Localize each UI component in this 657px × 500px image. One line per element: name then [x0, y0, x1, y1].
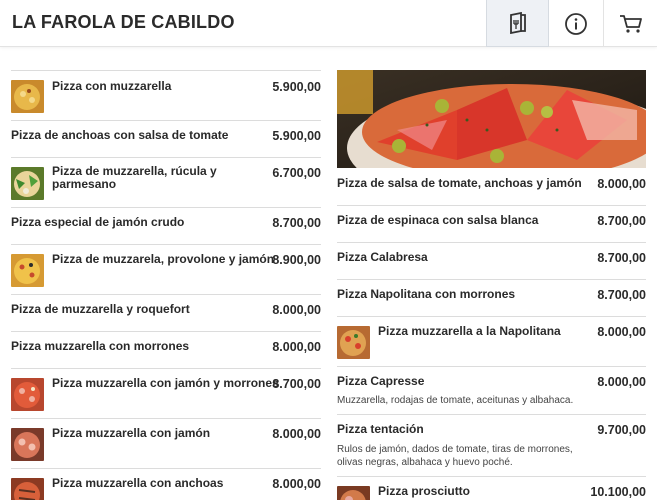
item-name: Pizza muzzarella con jamón y morrones [52, 376, 279, 390]
pizza-thumbnail [11, 478, 44, 500]
item-description: Muzzarella, rodajas de tomate, aceitunas… [337, 395, 574, 406]
menu-column-right: Pizza de salsa de tomate, anchoas y jamó… [337, 168, 646, 500]
item-name: Pizza especial de jamón crudo [11, 215, 185, 229]
item-name: Pizza de salsa de tomate, anchoas y jamó… [337, 176, 582, 190]
item-price: 5.900,00 [272, 80, 321, 94]
item-name: Pizza muzzarella con jamón [52, 426, 211, 440]
item-name: Pizza prosciutto [378, 484, 471, 498]
menu-item[interactable]: Pizza con muzzarella 5.900,00 [11, 70, 321, 120]
menu-item[interactable]: Pizza muzzarella con anchoas 8.000,00 [11, 468, 321, 500]
item-description: Rulos de jamón, dados de tomate, tiras d… [337, 444, 573, 468]
item-name: Pizza de muzzarella, rúcula y parmesano [52, 164, 217, 191]
menu-item[interactable]: Pizza Capresse 8.000,00 Muzzarella, roda… [337, 366, 646, 414]
menu-item[interactable]: Pizza de muzzarella y roquefort 8.000,00 [11, 294, 321, 331]
item-name: Pizza de muzzarela, provolone y jamón [52, 252, 275, 266]
menu-item[interactable]: Pizza tentación 9.700,00 Rulos de jamón,… [337, 414, 646, 476]
pizza-thumbnail [337, 486, 370, 500]
item-name: Pizza tentación [337, 422, 424, 436]
item-name: Pizza de muzzarella y roquefort [11, 302, 190, 316]
item-price: 8.900,00 [272, 253, 321, 267]
pizza-thumbnail [11, 254, 44, 287]
item-price: 8.000,00 [272, 340, 321, 354]
item-name: Pizza con muzzarella [52, 79, 172, 93]
item-price: 8.000,00 [272, 427, 321, 441]
item-name: Pizza muzzarella a la Napolitana [378, 324, 561, 338]
menu-item[interactable]: Pizza muzzarella con morrones 8.000,00 [11, 331, 321, 368]
menu-column-left: Pizza con muzzarella 5.900,00 Pizza de a… [11, 70, 321, 500]
pizza-thumbnail [11, 167, 44, 200]
item-price: 10.100,00 [590, 485, 646, 499]
cart-button[interactable] [604, 0, 657, 47]
item-price: 8.700,00 [272, 377, 321, 391]
menu-tab-button[interactable] [486, 0, 549, 47]
item-price: 8.000,00 [597, 325, 646, 339]
item-price: 6.700,00 [272, 166, 321, 180]
item-price: 8.000,00 [597, 375, 646, 389]
menu-book-icon [509, 12, 526, 34]
item-name: Pizza de espinaca con salsa blanca [337, 213, 539, 227]
item-price: 5.900,00 [272, 129, 321, 143]
restaurant-name[interactable]: LA FAROLA DE CABILDO [12, 12, 235, 33]
item-price: 8.000,00 [597, 177, 646, 191]
pizza-thumbnail [11, 80, 44, 113]
pizza-thumbnail [11, 428, 44, 461]
top-bar: LA FAROLA DE CABILDO [0, 0, 657, 47]
menu-item[interactable]: Pizza de muzzarela, provolone y jamón 8.… [11, 244, 321, 294]
info-icon [565, 12, 587, 35]
menu-item[interactable]: Pizza de espinaca con salsa blanca 8.700… [337, 205, 646, 242]
menu-item[interactable]: Pizza muzzarella con jamón 8.000,00 [11, 418, 321, 468]
menu-item[interactable]: Pizza prosciutto 10.100,00 [337, 476, 646, 500]
menu-item[interactable]: Pizza muzzarella a la Napolitana 8.000,0… [337, 316, 646, 366]
item-price: 8.000,00 [272, 477, 321, 491]
pizza-thumbnail [337, 326, 370, 359]
menu-item[interactable]: Pizza de muzzarella, rúcula y parmesano … [11, 157, 321, 207]
cart-icon [619, 14, 642, 33]
menu-item[interactable]: Pizza Napolitana con morrones 8.700,00 [337, 279, 646, 316]
item-price: 8.700,00 [597, 288, 646, 302]
info-button[interactable] [549, 0, 604, 47]
item-name: Pizza muzzarella con anchoas [52, 476, 224, 490]
item-price: 9.700,00 [597, 423, 646, 437]
menu-item[interactable]: Pizza muzzarella con jamón y morrones 8.… [11, 368, 321, 418]
menu-item[interactable]: Pizza de anchoas con salsa de tomate 5.9… [11, 120, 321, 157]
menu-item[interactable]: Pizza Calabresa 8.700,00 [337, 242, 646, 279]
item-name: Pizza Calabresa [337, 250, 428, 264]
item-price: 8.000,00 [272, 303, 321, 317]
item-price: 8.700,00 [597, 214, 646, 228]
item-price: 8.700,00 [272, 216, 321, 230]
item-name: Pizza Capresse [337, 374, 425, 388]
menu-item[interactable]: Pizza de salsa de tomate, anchoas y jamó… [337, 168, 646, 205]
item-name: Pizza de anchoas con salsa de tomate [11, 128, 229, 142]
item-name: Pizza muzzarella con morrones [11, 339, 190, 353]
item-name: Pizza Napolitana con morrones [337, 287, 516, 301]
pizza-thumbnail [11, 378, 44, 411]
menu-item[interactable]: Pizza especial de jamón crudo 8.700,00 [11, 207, 321, 244]
item-price: 8.700,00 [597, 251, 646, 265]
hero-pizza-photo [337, 70, 646, 168]
